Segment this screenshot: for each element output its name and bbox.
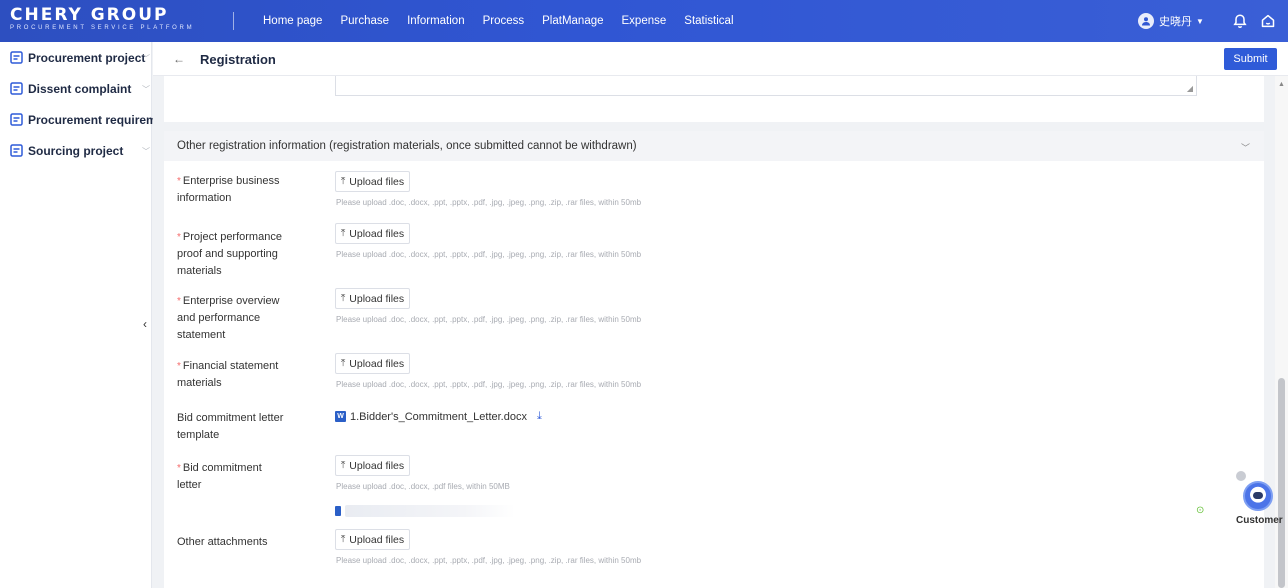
logo-subtitle: PROCUREMENT SERVICE PLATFORM <box>10 25 195 31</box>
redacted-file-name <box>345 504 515 517</box>
word-file-icon: W <box>335 411 346 422</box>
sidebar: Procurement project ﹀ Dissent complaint … <box>0 42 175 588</box>
sidebar-item-sourcing-project[interactable]: Sourcing project ﹀ <box>0 135 151 166</box>
collapse-sidebar-icon[interactable]: ‹ <box>143 317 147 331</box>
upload-files-button[interactable]: ⤒ Upload files <box>335 353 410 374</box>
sidebar-item-procurement-project[interactable]: Procurement project ﹀ <box>0 42 151 73</box>
sidebar-item-dissent-complaint[interactable]: Dissent complaint ﹀ <box>0 73 151 104</box>
field-label: Bid commitment letter template <box>177 412 284 441</box>
upload-files-button[interactable]: ⤒ Upload files <box>335 529 410 550</box>
sidebar-item-label: Dissent complaint <box>28 81 132 96</box>
upload-files-button[interactable]: ⤒ Upload files <box>335 171 410 192</box>
required-asterisk: * <box>177 361 181 372</box>
nav-statistical[interactable]: Statistical <box>684 15 733 27</box>
back-arrow-icon[interactable]: ← <box>173 52 185 66</box>
field-label: Other attachments <box>177 536 268 548</box>
field-label: * Enterprise business information <box>177 175 280 204</box>
page-scrollbar[interactable]: ▲ <box>1275 76 1288 588</box>
close-widget-icon[interactable] <box>1236 471 1246 481</box>
page-header: ← Registration Submit <box>153 42 1288 76</box>
customer-service-robot-icon[interactable] <box>1243 481 1273 511</box>
bell-icon[interactable] <box>1232 13 1248 29</box>
upload-hint: Please upload .doc, .docx, .ppt, .pptx, … <box>336 198 642 207</box>
file-type-icon <box>335 505 341 516</box>
nav-process[interactable]: Process <box>483 15 525 27</box>
upload-arrow-icon: ⤒ <box>340 293 346 304</box>
nav-information[interactable]: Information <box>407 15 465 27</box>
upload-arrow-icon: ⤒ <box>340 460 346 471</box>
chery-group-logo[interactable]: CHERY GROUP PROCUREMENT SERVICE PLATFORM <box>10 6 232 36</box>
page-title: Registration <box>200 52 276 67</box>
user-avatar-icon <box>1138 13 1154 29</box>
content-area: ◢ Other registration information (regist… <box>153 76 1275 588</box>
customer-service-label[interactable]: Customer <box>1236 515 1283 526</box>
scrollbar-thumb[interactable] <box>1278 378 1285 588</box>
upload-hint: Please upload .doc, .docx, .pdf files, w… <box>336 482 510 491</box>
document-icon <box>10 82 23 95</box>
top-navigation-bar: CHERY GROUP PROCUREMENT SERVICE PLATFORM… <box>0 0 1288 42</box>
chevron-down-icon[interactable]: ﹀ <box>1241 141 1250 154</box>
field-label: * Bid commitment letter <box>177 462 262 491</box>
resize-handle-icon[interactable]: ◢ <box>1187 84 1193 93</box>
upload-hint: Please upload .doc, .docx, .ppt, .pptx, … <box>336 380 642 389</box>
required-asterisk: * <box>177 463 181 474</box>
upload-files-button[interactable]: ⤒ Upload files <box>335 223 410 244</box>
template-file-link[interactable]: W 1.Bidder's_Commitment_Letter.docx ⤓ <box>335 410 542 423</box>
scroll-up-arrow-icon[interactable]: ▲ <box>1278 81 1285 88</box>
upload-files-button[interactable]: ⤒ Upload files <box>335 288 410 309</box>
chevron-down-icon: ﹀ <box>142 85 150 94</box>
upload-hint: Please upload .doc, .docx, .ppt, .pptx, … <box>336 556 642 565</box>
other-registration-section: Other registration information (registra… <box>164 131 1264 588</box>
upload-arrow-icon: ⤒ <box>340 176 346 187</box>
upload-hint: Please upload .doc, .docx, .ppt, .pptx, … <box>336 250 642 259</box>
section-title: Other registration information (registra… <box>177 140 637 152</box>
logo-divider <box>233 12 234 30</box>
upload-files-button[interactable]: ⤒ Upload files <box>335 455 410 476</box>
nav-expense[interactable]: Expense <box>622 15 667 27</box>
upload-hint: Please upload .doc, .docx, .ppt, .pptx, … <box>336 315 642 324</box>
upload-arrow-icon: ⤒ <box>340 358 346 369</box>
user-name: 史晓丹 <box>1159 16 1192 28</box>
field-label: * Enterprise overview and performance sta… <box>177 295 280 341</box>
uploaded-file-item[interactable] <box>335 504 525 517</box>
document-icon <box>10 144 23 157</box>
chevron-down-icon: ﹀ <box>142 147 150 156</box>
sidebar-item-procurement-requirement[interactable]: Procurement requirement <box>0 104 175 135</box>
required-asterisk: * <box>177 232 181 243</box>
logo-title: CHERY GROUP <box>10 5 169 25</box>
template-file-name[interactable]: 1.Bidder's_Commitment_Letter.docx <box>350 411 527 423</box>
user-menu[interactable]: 史晓丹 ▼ <box>1138 12 1204 30</box>
download-icon[interactable]: ⤓ <box>537 410 542 423</box>
required-asterisk: * <box>177 176 181 187</box>
field-label: * Project performance proof and supportin… <box>177 231 282 277</box>
sidebar-item-label: Sourcing project <box>28 143 124 158</box>
document-icon <box>10 113 23 126</box>
check-circle-icon: ⊙ <box>1196 505 1205 516</box>
required-asterisk: * <box>177 296 181 307</box>
sidebar-item-label: Procurement project <box>28 50 146 65</box>
nav-platmanage[interactable]: PlatManage <box>542 15 603 27</box>
upload-arrow-icon: ⤒ <box>340 228 346 239</box>
nav-purchase[interactable]: Purchase <box>340 15 389 27</box>
remarks-textarea[interactable]: ◢ <box>335 76 1197 96</box>
chevron-down-icon: ﹀ <box>142 54 150 63</box>
main-nav: Home page Purchase Information Process P… <box>254 0 743 42</box>
submit-button[interactable]: Submit <box>1224 48 1277 70</box>
chevron-down-icon: ▼ <box>1196 16 1204 26</box>
upload-arrow-icon: ⤒ <box>340 534 346 545</box>
previous-section-card: ◢ <box>164 76 1264 122</box>
field-label: * Financial statement materials <box>177 360 279 389</box>
section-header[interactable]: Other registration information (registra… <box>164 131 1264 161</box>
home-icon[interactable] <box>1260 13 1276 29</box>
document-icon <box>10 51 23 64</box>
robot-face <box>1253 492 1263 499</box>
nav-home-page[interactable]: Home page <box>263 15 322 27</box>
